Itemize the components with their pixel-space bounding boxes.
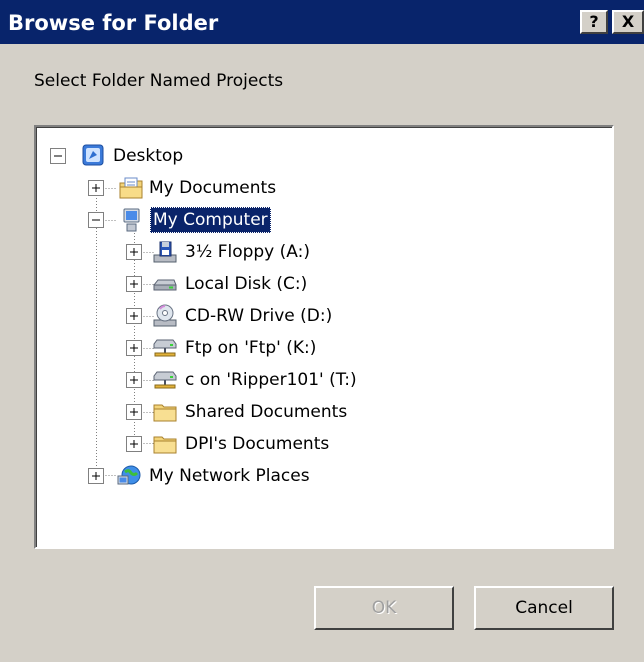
browse-for-folder-dialog: Browse for Folder ? X Select Folder Name… xyxy=(0,0,644,662)
floppy-drive-icon xyxy=(153,241,177,263)
tree-node-label: My Computer xyxy=(150,207,271,233)
expand-icon[interactable] xyxy=(88,180,104,196)
window-title: Browse for Folder xyxy=(8,11,219,35)
tree-node-label: My Documents xyxy=(149,178,277,198)
expand-icon[interactable] xyxy=(126,340,142,356)
network-places-icon xyxy=(117,465,141,485)
network-drive-icon xyxy=(153,339,177,357)
tree-node-label: My Network Places xyxy=(149,466,310,486)
collapse-icon[interactable] xyxy=(88,212,104,228)
cancel-button[interactable]: Cancel xyxy=(474,586,614,630)
ok-button[interactable]: OK xyxy=(314,586,454,630)
tree-node-label: Shared Documents xyxy=(185,402,348,422)
expand-icon[interactable] xyxy=(126,308,142,324)
close-button[interactable]: X xyxy=(612,10,644,34)
tree-node-label: c on 'Ripper101' (T:) xyxy=(185,370,357,390)
tree-node-label: 3½ Floppy (A:) xyxy=(185,242,310,262)
title-bar[interactable]: Browse for Folder ? X xyxy=(0,0,644,44)
tree-node-label: DPI's Documents xyxy=(185,434,330,454)
expand-icon[interactable] xyxy=(126,404,142,420)
computer-icon xyxy=(123,208,140,232)
instruction-text: Select Folder Named Projects xyxy=(34,71,284,91)
cd-drive-icon xyxy=(153,304,177,327)
folder-icon xyxy=(153,436,177,454)
my-documents-icon xyxy=(119,177,143,199)
tree-node-label: Local Disk (C:) xyxy=(185,274,308,294)
expand-icon[interactable] xyxy=(126,276,142,292)
folder-icon xyxy=(153,404,177,422)
expand-icon[interactable] xyxy=(126,436,142,452)
tree-node-label: Desktop xyxy=(113,146,184,166)
expand-icon[interactable] xyxy=(126,244,142,260)
folder-tree[interactable]: Desktop My Documents My Computer 3½ Flop… xyxy=(34,125,614,549)
help-button[interactable]: ? xyxy=(580,10,608,34)
desktop-icon xyxy=(82,144,104,166)
expand-icon[interactable] xyxy=(88,468,104,484)
tree-node-label: CD-RW Drive (D:) xyxy=(185,306,333,326)
collapse-icon[interactable] xyxy=(50,148,66,164)
expand-icon[interactable] xyxy=(126,372,142,388)
hard-disk-icon xyxy=(153,279,177,291)
network-drive-icon xyxy=(153,371,177,389)
tree-node-label: Ftp on 'Ftp' (K:) xyxy=(185,338,317,358)
